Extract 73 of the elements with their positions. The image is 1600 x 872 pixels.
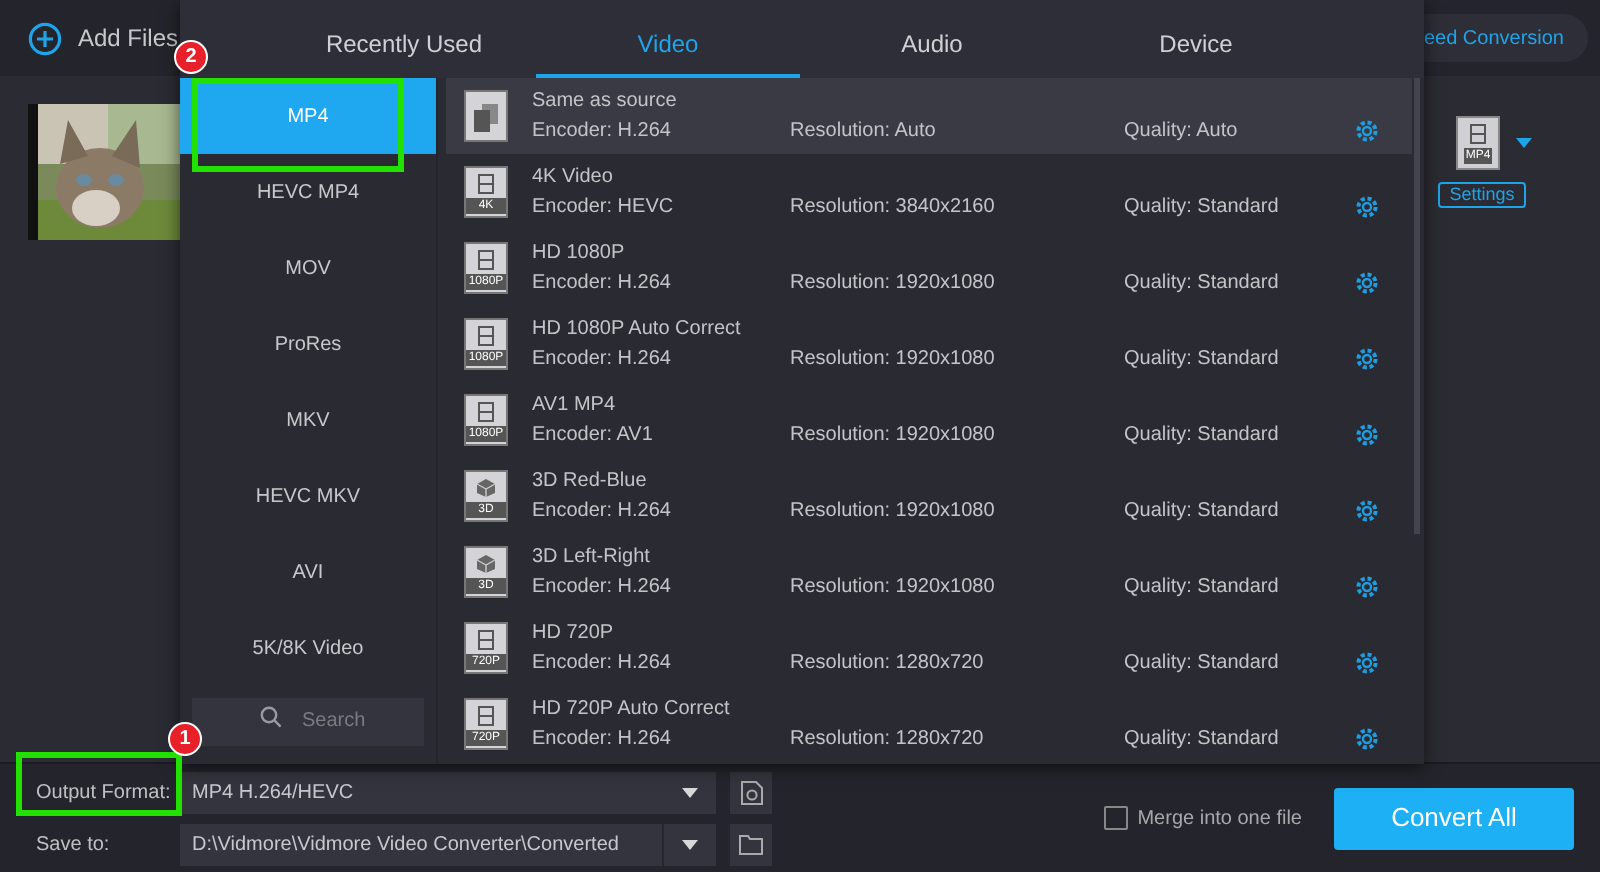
format-tab[interactable]: Recently Used [272,12,536,78]
settings-icon[interactable] [1354,421,1380,447]
format-tab[interactable]: Device [1064,12,1328,78]
add-files-button[interactable]: Add Files [28,20,179,56]
quality-text: Quality: Standard [1124,651,1281,675]
dropdown-caret-icon [682,839,698,849]
dropdown-caret-icon [682,787,698,797]
search-field[interactable]: Search [192,697,424,745]
settings-icon[interactable] [1354,573,1380,599]
output-format-label: Output Format: [36,779,173,807]
preset-name: 3D Red-Blue [532,469,649,493]
settings-icon[interactable] [1354,345,1380,371]
resolution-text: Resolution: 1920x1080 [790,423,997,447]
folder-icon[interactable] [730,823,772,865]
quality-text: Quality: Standard [1124,499,1281,523]
settings-icon[interactable] [1354,269,1380,295]
resolution-text: Resolution: 1280x720 [790,651,986,675]
add-icon [28,21,62,55]
encoder-text: Encoder: H.264 [532,499,673,523]
quality-text: Quality: Standard [1124,271,1281,295]
document-settings-icon[interactable] [730,771,772,813]
encoder-text: Encoder: AV1 [532,423,655,447]
settings-button[interactable]: Settings [1437,182,1527,208]
save-to-select[interactable]: D:\Vidmore\Vidmore Video Converter\Converted [180,823,716,865]
resolution-text: Resolution: 1920x1080 [790,575,997,599]
format-category[interactable]: HEVC MP4 [180,154,436,230]
settings-icon[interactable] [1354,193,1380,219]
search-icon [260,706,282,728]
settings-icon[interactable] [1354,725,1380,751]
preset-name: HD 1080P Auto Correct [532,317,743,341]
format-category[interactable]: MKV [180,382,436,458]
encoder-text: Encoder: H.264 [532,575,673,599]
format-category[interactable]: MOV [180,230,436,306]
preset-name: 3D Left-Right [532,545,652,569]
encoder-text: Encoder: H.264 [532,727,673,751]
copy-icon [464,90,508,142]
output-format-select[interactable]: MP4 H.264/HEVC [180,771,716,813]
format-category[interactable]: AVI [180,534,436,610]
resolution-text: Resolution: 1920x1080 [790,347,997,371]
quality-text: Quality: Standard [1124,423,1281,447]
preset-name: HD 720P [532,621,616,645]
settings-icon[interactable] [1354,117,1380,143]
settings-icon[interactable] [1354,649,1380,675]
save-to-label: Save to: [36,831,112,859]
dropdown-caret-icon[interactable] [1516,138,1532,148]
resolution-text: Resolution: Auto [790,119,938,143]
format-category[interactable]: HEVC MKV [180,458,436,534]
preset-row[interactable]: Same as source Encoder: H.264 Resolution: Auto Quality: Auto [446,78,1412,154]
encoder-text: Encoder: H.264 [532,347,673,371]
settings-icon[interactable] [1354,497,1380,523]
quality-text: Quality: Standard [1124,727,1281,751]
quality-text: Quality: Standard [1124,195,1281,219]
preset-name: AV1 MP4 [532,393,617,417]
encoder-text: Encoder: HEVC [532,195,676,219]
resolution-text: Resolution: 1920x1080 [790,499,997,523]
quality-text: Quality: Auto [1124,119,1240,143]
format-category[interactable]: ProRes [180,306,436,382]
format-category[interactable]: 5K/8K Video [180,610,436,686]
encoder-text: Encoder: H.264 [532,271,673,295]
encoder-text: Encoder: H.264 [532,119,673,143]
resolution-text: Resolution: 3840x2160 [790,195,997,219]
preset-name: Same as source [532,89,679,113]
quality-text: Quality: Standard [1124,347,1281,371]
encoder-text: Encoder: H.264 [532,651,673,675]
quality-text: Quality: Standard [1124,575,1281,599]
merge-checkbox[interactable]: Merge into one file [1103,803,1302,833]
resolution-text: Resolution: 1280x720 [790,727,986,751]
preset-name: 4K Video [532,165,615,189]
preset-name: HD 1080P [532,241,627,265]
format-tab[interactable]: Audio [800,12,1064,78]
resolution-text: Resolution: 1920x1080 [790,271,997,295]
preset-name: HD 720P Auto Correct [532,697,732,721]
step-number-badge: 1 [168,722,202,756]
